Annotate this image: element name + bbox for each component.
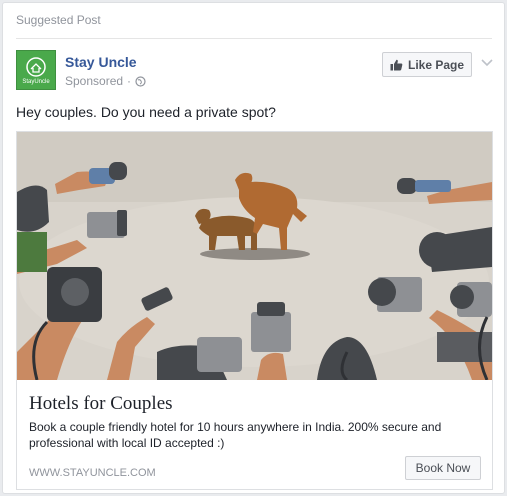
hotel-logo-icon xyxy=(26,56,46,77)
post-options-button[interactable] xyxy=(481,54,493,72)
ad-headline[interactable]: Hotels for Couples xyxy=(29,393,173,415)
like-page-button[interactable]: Like Page xyxy=(382,52,472,77)
page-avatar[interactable]: StayUncle xyxy=(16,50,56,90)
suggested-post-label: Suggested Post xyxy=(16,13,101,27)
sponsored-label[interactable]: Sponsored xyxy=(65,74,123,88)
suggested-post-card: Suggested Post StayUncle Stay Uncle Spon… xyxy=(2,2,505,494)
ad-illustration xyxy=(17,132,492,380)
book-now-button[interactable]: Book Now xyxy=(405,456,481,480)
ad-description: Book a couple friendly hotel for 10 hour… xyxy=(29,420,442,450)
page-name-link[interactable]: Stay Uncle xyxy=(65,54,137,70)
sponsored-line: Sponsored · xyxy=(65,74,146,88)
dot-separator: · xyxy=(127,74,132,88)
ad-attachment[interactable]: Hotels for Couples Book a couple friendl… xyxy=(16,131,493,490)
header-divider xyxy=(16,38,492,39)
chevron-down-icon xyxy=(481,59,493,67)
like-page-label: Like Page xyxy=(407,57,465,72)
thumbs-up-icon xyxy=(390,59,403,70)
post-message: Hey couples. Do you need a private spot? xyxy=(16,104,276,120)
logo-text: StayUncle xyxy=(22,78,50,85)
ad-display-url: WWW.STAYUNCLE.COM xyxy=(29,467,156,479)
globe-icon xyxy=(135,75,146,87)
ad-image[interactable] xyxy=(17,132,492,380)
